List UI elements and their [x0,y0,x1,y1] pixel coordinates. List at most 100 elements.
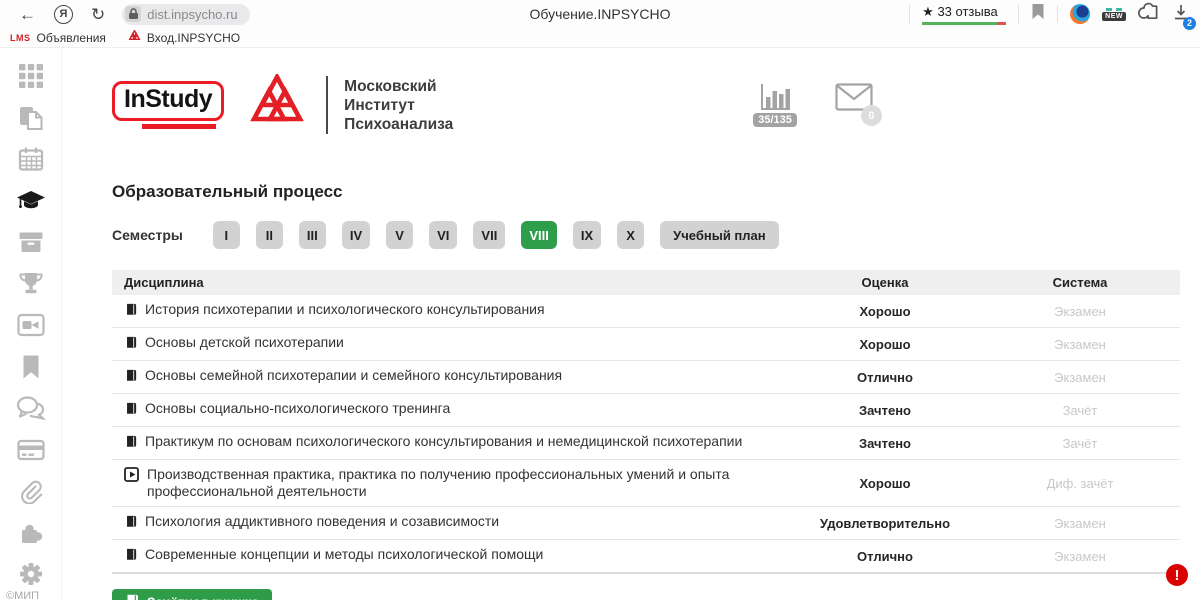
bookmark-login[interactable]: Вход.INPSYCHO [128,30,240,45]
site-rating[interactable]: ★ 33 отзыва [922,4,1006,25]
bookmark-flag-icon[interactable] [1031,3,1045,25]
system-value: Зачёт [980,403,1180,418]
grade-value: Отлично [790,549,980,564]
paperclip-icon[interactable] [18,478,44,504]
gradebook-button[interactable]: Зачётная книжка [112,589,272,600]
semester-tab-4[interactable]: IV [342,221,370,249]
main-content: InStudy Московский Институт Психоанализа… [62,48,1200,600]
semester-tab-6[interactable]: VI [429,221,457,249]
progress-chart-icon[interactable]: 35/135 [753,83,797,127]
bookmarks-bar: LMS Объявления Вход.INPSYCHO [0,28,1200,48]
semester-tab-9[interactable]: IX [573,221,601,249]
bookmark-announcements[interactable]: LMS Объявления [10,31,106,45]
table-row[interactable]: История психотерапии и психологического … [112,295,1180,327]
semester-tab-3[interactable]: III [299,221,326,249]
book-icon [124,547,137,566]
grade-value: Хорошо [790,337,980,352]
disciplines-table: Дисциплина Оценка Система История психот… [112,270,1180,574]
trophy-icon[interactable] [18,271,44,297]
instudy-logo[interactable]: InStudy [112,81,224,129]
instudy-logo-underline [142,124,216,129]
semester-tab-8-active[interactable]: VIII [521,221,557,249]
chat-icon[interactable] [16,395,46,421]
rating-bar [922,22,1006,25]
book-icon [124,335,137,354]
table-row[interactable]: Современные концепции и методы психологи… [112,539,1180,572]
alert-icon[interactable]: ! [1166,564,1188,586]
dashes-icon [1106,8,1122,11]
bookmark-icon[interactable] [20,354,42,380]
refresh-icon[interactable]: ↻ [91,6,105,23]
institute-name: Московский Институт Психоанализа [344,77,453,134]
system-value: Зачёт [980,436,1180,451]
address-bar[interactable]: dist.inpsycho.ru [122,4,249,25]
column-grade: Оценка [790,275,980,290]
mail-icon[interactable]: 0 [835,83,873,116]
mip-favicon [128,30,141,45]
table-row[interactable]: Психология аддиктивного поведения и соза… [112,506,1180,539]
divider [1057,5,1058,23]
back-icon[interactable]: ← [19,6,36,23]
browser-logo-icon[interactable]: Я [54,5,73,24]
system-value: Диф. зачёт [980,476,1180,491]
table-row[interactable]: Основы детской психотерапии Хорошо Экзам… [112,327,1180,360]
documents-icon[interactable] [18,105,44,131]
calendar-icon[interactable] [18,146,44,172]
table-row[interactable]: Производственная практика, практика по п… [112,459,1180,506]
card-icon[interactable] [17,437,45,463]
mail-badge: 0 [861,105,882,126]
lms-favicon: LMS [10,33,31,43]
column-system: Система [980,275,1180,290]
archive-icon[interactable] [18,229,44,255]
downloads-icon[interactable]: 2 [1172,3,1190,26]
system-value: Экзамен [980,549,1180,564]
semester-tab-1[interactable]: I [213,221,240,249]
puzzle-icon[interactable] [18,520,44,546]
system-value: Экзамен [980,516,1180,531]
grade-value: Удовлетворительно [790,516,980,531]
graduation-cap-icon[interactable] [16,188,46,214]
new-badge: NEW [1102,12,1126,21]
grade-value: Отлично [790,370,980,385]
grid-icon[interactable] [19,63,43,89]
downloads-badge: 2 [1183,17,1196,30]
semester-switcher: Семестры I II III IV V VI VII VIII IX X … [112,221,1180,249]
new-extension-icon[interactable]: NEW [1102,8,1126,21]
semester-tab-7[interactable]: VII [473,221,505,249]
table-header: Дисциплина Оценка Система [112,270,1180,295]
book-icon [125,594,140,600]
curriculum-button[interactable]: Учебный план [660,221,778,249]
semesters-label: Семестры [112,227,183,243]
column-discipline: Дисциплина [112,275,790,290]
gear-icon[interactable] [18,561,44,587]
bookmark-label: Вход.INPSYCHO [147,31,240,45]
grade-value: Зачтено [790,403,980,418]
extensions-icon[interactable] [1138,2,1160,27]
tab-title: Обучение.INPSYCHO [529,6,670,22]
semester-tab-10[interactable]: X [617,221,644,249]
book-icon [124,434,137,453]
system-value: Экзамен [980,337,1180,352]
video-icon[interactable] [17,312,45,338]
semester-tab-5[interactable]: V [386,221,413,249]
book-icon [124,302,137,321]
url-text: dist.inpsycho.ru [147,7,237,22]
mip-triangle-logo [246,74,308,137]
divider [1018,5,1019,23]
instudy-logo-text: InStudy [112,81,224,121]
logo-divider [326,76,328,134]
browser-profile-icon[interactable] [1070,4,1090,24]
sidebar: ©МИП [0,48,62,600]
star-icon: ★ [922,4,934,19]
book-icon [124,514,137,533]
table-row[interactable]: Практикум по основам психологического ко… [112,426,1180,459]
semester-tab-2[interactable]: II [256,221,283,249]
table-row[interactable]: Основы социально-психологического тренин… [112,393,1180,426]
table-row[interactable]: Основы семейной психотерапии и семейного… [112,360,1180,393]
site-header: InStudy Московский Институт Психоанализа… [112,61,1180,149]
bookmark-label: Объявления [37,31,106,45]
system-value: Экзамен [980,370,1180,385]
divider [909,5,910,23]
system-value: Экзамен [980,304,1180,319]
page-title: Образовательный процесс [112,182,1180,202]
